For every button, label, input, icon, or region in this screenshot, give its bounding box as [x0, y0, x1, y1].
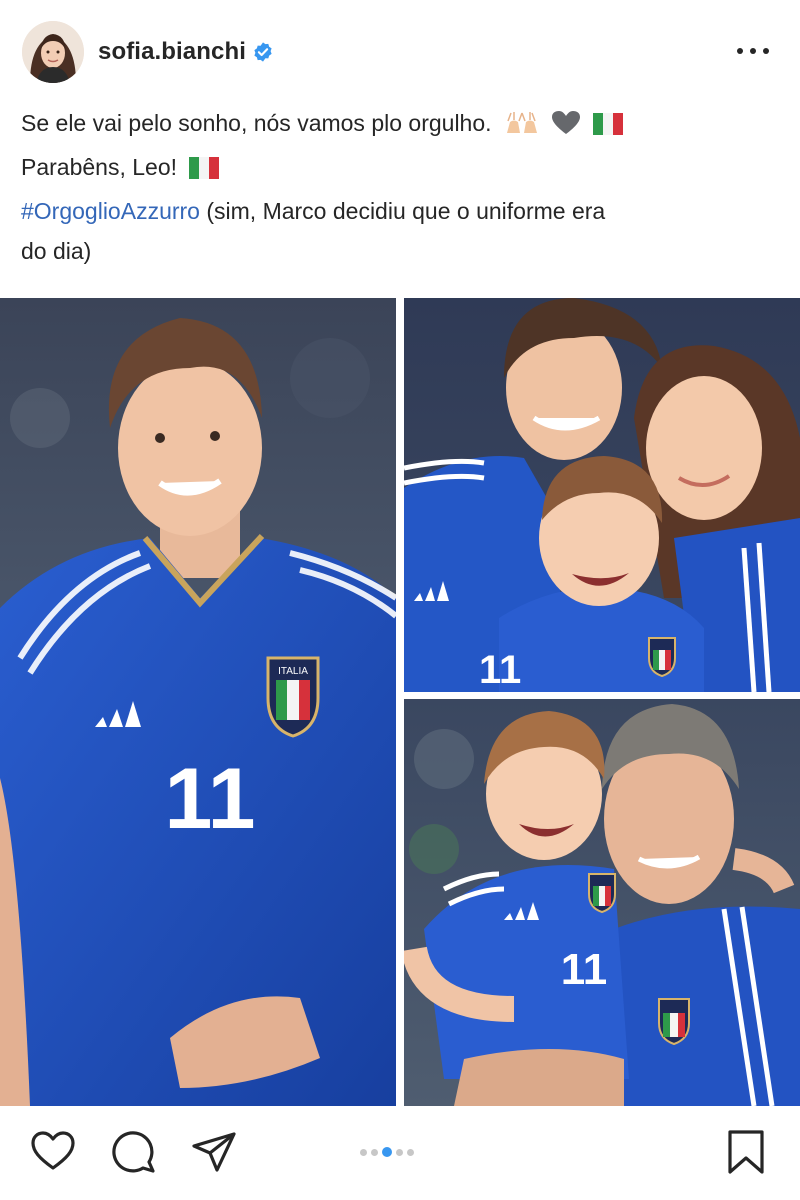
italy-flag-emoji: [592, 107, 623, 147]
carousel-dot-active[interactable]: [382, 1147, 392, 1157]
caption-line-1: Se ele vai pelo sonho, nós vamos plo org…: [21, 103, 781, 147]
jersey-number: 11: [165, 751, 256, 847]
more-dot: [737, 48, 743, 54]
username-block: sofia.bianchi: [98, 38, 274, 66]
caption-line-3: #OrgoglioAzzurro (sim, Marco decidiu que…: [21, 191, 781, 231]
post-actions-bar: [0, 1106, 800, 1200]
share-icon[interactable]: [190, 1128, 238, 1176]
photo-father-and-son[interactable]: 11: [404, 699, 800, 1106]
carousel-dot[interactable]: [407, 1148, 414, 1156]
carousel-dot[interactable]: [371, 1148, 378, 1156]
caption-text-4: do dia): [21, 238, 92, 264]
photo-young-player-portrait[interactable]: ITALIA 11: [0, 298, 396, 1106]
post-caption: Se ele vai pelo sonho, nós vamos plo org…: [21, 103, 781, 271]
hashtag-link[interactable]: #OrgoglioAzzurro: [21, 198, 200, 224]
more-dot: [750, 48, 756, 54]
verified-icon: [252, 41, 274, 63]
jersey-number: 11: [479, 648, 521, 692]
caption-line-4: do dia): [21, 231, 781, 271]
carousel-dot[interactable]: [396, 1148, 403, 1156]
caption-text-1: Se ele vai pelo sonho, nós vamos plo org…: [21, 110, 492, 136]
raising-hands-emoji: [504, 107, 540, 147]
carousel-dot[interactable]: [360, 1148, 367, 1156]
caption-text-2: Parabêns, Leo!: [21, 154, 178, 180]
jersey-number: 11: [561, 945, 608, 994]
comment-icon[interactable]: [110, 1128, 158, 1176]
carousel-indicator: [360, 1147, 414, 1157]
post-header: sofia.bianchi: [0, 0, 800, 100]
photo-family-selfie[interactable]: 11: [404, 298, 800, 692]
avatar[interactable]: [22, 21, 84, 83]
username[interactable]: sofia.bianchi: [98, 38, 246, 66]
italy-flag-emoji: [189, 151, 220, 191]
heart-icon[interactable]: [29, 1128, 77, 1176]
caption-line-2: Parabêns, Leo!: [21, 147, 781, 191]
more-icon[interactable]: [735, 38, 771, 64]
bookmark-icon[interactable]: [722, 1128, 770, 1176]
more-dot: [763, 48, 769, 54]
caption-text-3: (sim, Marco decidiu que o uniforme era: [199, 198, 606, 224]
grey-heart-emoji: [552, 107, 581, 147]
crest-text: ITALIA: [278, 666, 308, 677]
